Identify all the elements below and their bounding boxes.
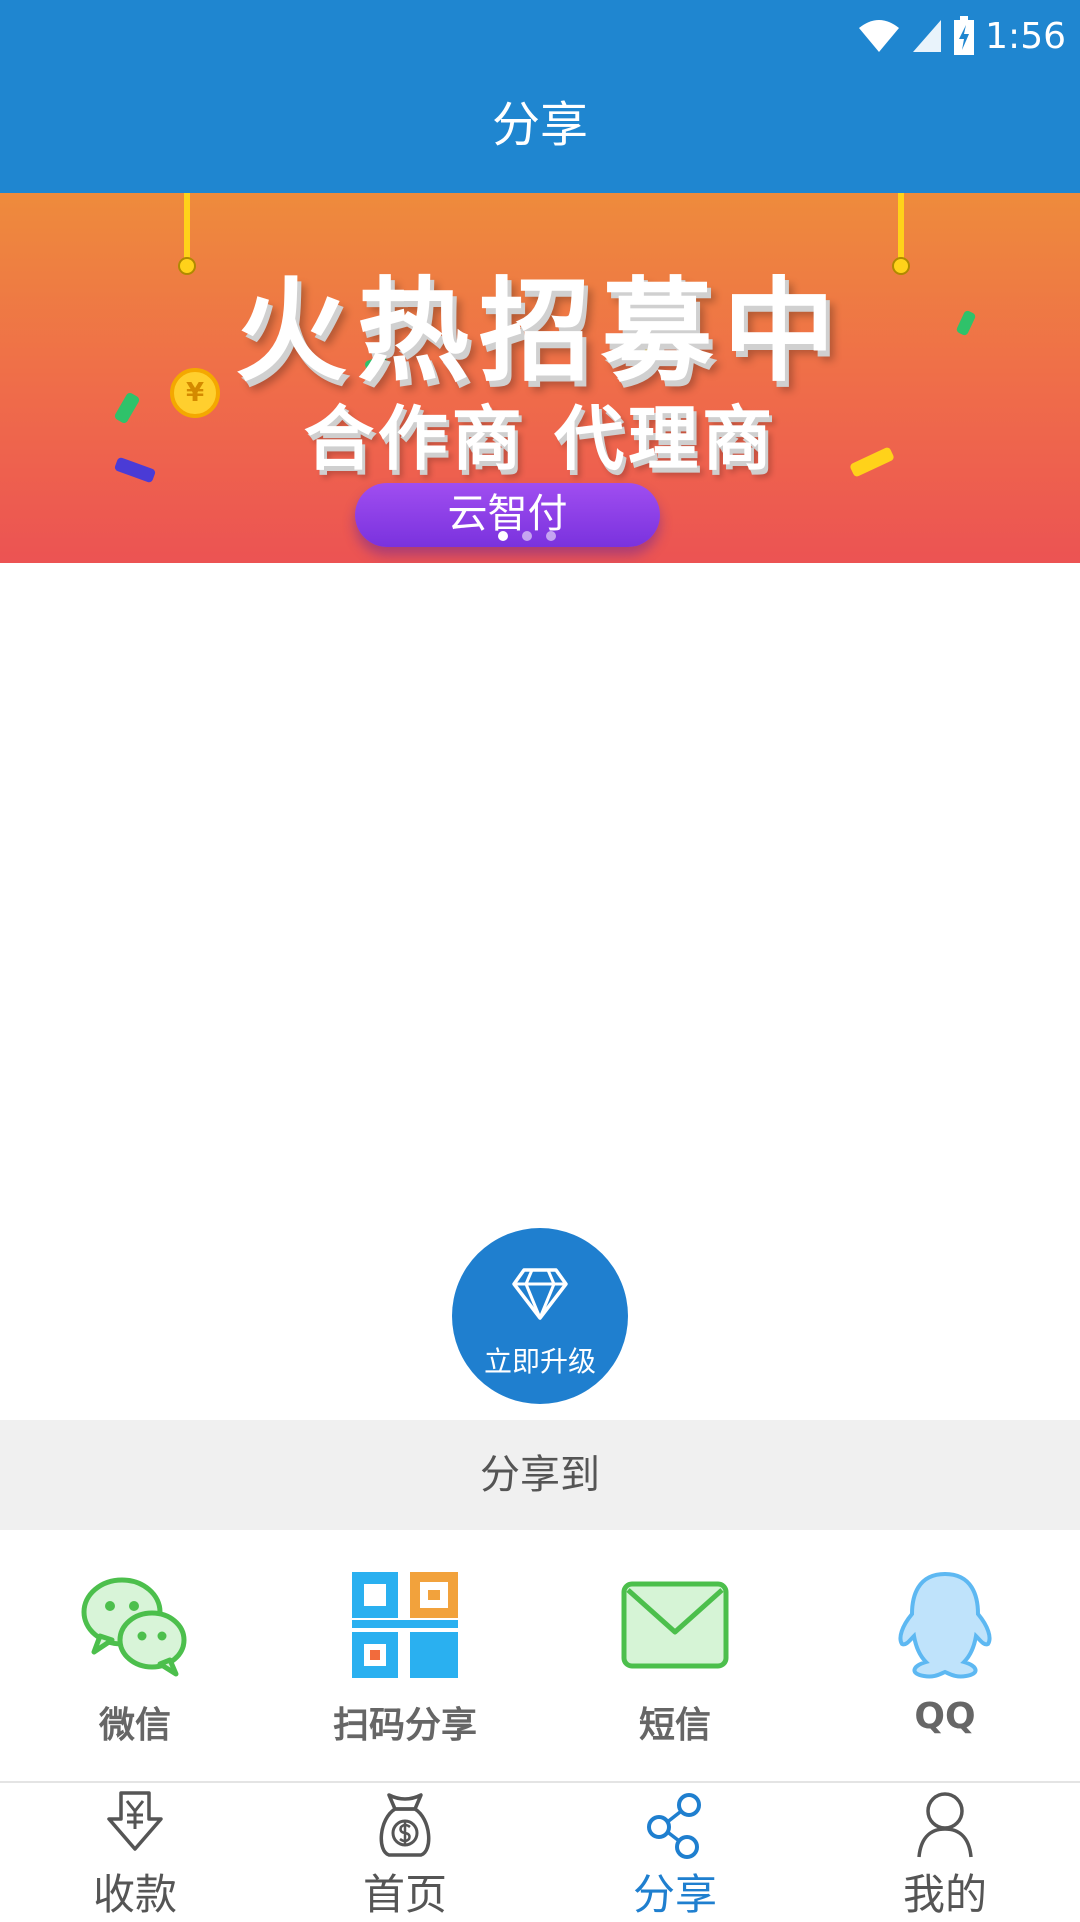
battery-icon [954,16,975,55]
share-wechat-button[interactable]: 微信 [0,1570,270,1750]
upgrade-button[interactable]: 立即升级 [452,1228,628,1404]
tab-label: 收款 [92,1870,177,1919]
tab-home[interactable]: 首页 [270,1783,540,1920]
signal-icon [913,20,942,52]
status-time: 1:56 [985,15,1066,57]
carousel-dot[interactable] [498,531,508,541]
carousel-indicator[interactable] [498,531,556,541]
share-option-label: 微信 [98,1705,171,1746]
share-sms-button[interactable]: 短信 [540,1570,810,1750]
tab-label: 分享 [632,1870,717,1919]
share-options: 微信 扫码分享 短信 QQ [0,1570,1080,1750]
share-option-label: QQ [914,1696,976,1737]
share-icon [647,1793,701,1859]
tab-label: 我的 [902,1870,987,1919]
banner-headline: 火热招募中 [235,267,845,397]
sms-icon [621,1581,729,1669]
diamond-icon [512,1268,568,1320]
page-title: 分享 [491,97,588,153]
share-option-label: 扫码分享 [332,1705,477,1746]
qq-icon [898,1571,992,1679]
app-header: 1:56 分享 [0,0,1080,193]
share-option-label: 短信 [638,1705,711,1746]
qr-code-icon [352,1572,458,1678]
banner-subtitle: 合作商 代理商 [303,398,777,480]
bottom-nav: 收款 首页 分享 我的 [0,1783,1080,1920]
share-heading: 分享到 [0,1420,1080,1530]
tab-mine[interactable]: 我的 [810,1783,1080,1920]
share-qrcode-button[interactable]: 扫码分享 [270,1570,540,1750]
tab-share[interactable]: 分享 [540,1783,810,1920]
carousel-dot[interactable] [546,531,556,541]
carousel-dot[interactable] [522,531,532,541]
share-qq-button[interactable]: QQ [810,1570,1080,1750]
money-bag-icon [379,1793,431,1857]
collect-payment-icon [107,1791,163,1851]
wechat-icon [81,1577,187,1677]
upgrade-label: 立即升级 [483,1345,596,1378]
user-icon [917,1792,973,1858]
tab-collect[interactable]: 收款 [0,1783,270,1920]
tab-label: 首页 [362,1870,447,1919]
promo-banner[interactable]: ¥ 火热招募中 合作商 代理商 云智付 [0,193,1080,563]
wifi-icon [859,20,900,52]
status-bar: 1:56 [857,10,1066,62]
